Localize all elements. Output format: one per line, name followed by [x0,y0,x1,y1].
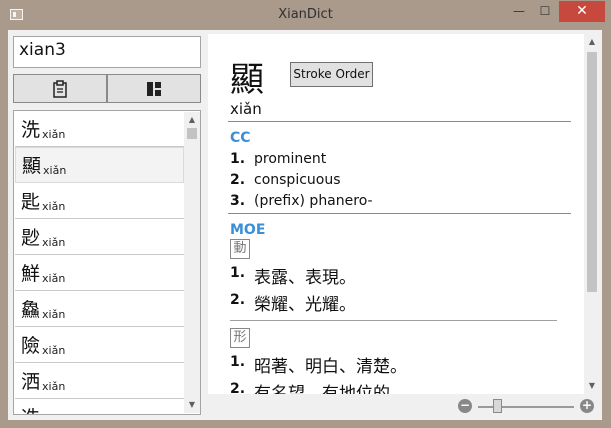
divider [228,213,571,214]
definition-text: (prefix) phanero- [254,193,373,209]
result-pinyin: xiǎn [42,200,66,213]
moe-definition: 1. 表露、表現。 [230,263,356,288]
moe-definition: 1. 昭著、明白、清楚。 [230,352,407,377]
cc-definition: 1. prominent [230,151,326,167]
result-character: 鱻 [21,299,41,321]
client-area: xian3 冼洒xiǎn險xiǎn鱻xiǎn鮮xiǎn尟xiǎn匙xiǎn顯xi… [8,30,602,420]
moe-section-label: MOE [230,222,266,238]
layout-grid-icon [147,81,161,96]
definition-number: 3. [230,193,246,209]
cc-definition: 2. conspicuous [230,172,341,188]
definition-text: prominent [254,151,327,167]
scroll-up-icon[interactable]: ▲ [584,34,598,50]
result-list[interactable]: 冼洒xiǎn險xiǎn鱻xiǎn鮮xiǎn尟xiǎn匙xiǎn顯xiǎn洗xiǎ… [13,110,201,415]
result-character: 洒 [21,371,41,393]
result-character: 尟 [21,227,41,249]
moe-definition: 2. 榮耀、光耀。 [230,290,356,315]
definition-number: 2. [230,172,246,188]
search-input[interactable]: xian3 [13,36,201,68]
definition-number: 1. [230,354,246,370]
result-list-item[interactable]: 洒 xiǎn [15,363,184,399]
result-character: 匙 [21,191,41,213]
pos-tag: 動 [230,239,250,259]
cc-definition: 3. (prefix) phanero- [230,193,373,209]
definition-number: 2. [230,292,246,308]
app-window: XianDict — ☐ ✕ xian3 冼洒xiǎn險xiǎn鱻xiǎn鮮xi… [0,0,611,428]
maximize-button[interactable]: ☐ [532,1,558,22]
layout-mode-button[interactable] [107,74,201,103]
result-character: 鮮 [21,263,41,285]
cc-section-label: CC [230,130,251,146]
scroll-down-icon[interactable]: ▼ [584,378,598,394]
scroll-up-icon[interactable]: ▲ [184,112,200,128]
definition-text: 表露、表現。 [254,268,356,288]
result-pinyin: xiǎn [43,164,67,177]
moe-definition: 2. 有名望、有地位的。 [230,379,407,394]
result-list-item[interactable]: 鱻 xiǎn [15,291,184,327]
entry-character: 顯 [230,60,264,100]
result-list-item[interactable]: 險 xiǎn [15,327,184,363]
result-list-item[interactable]: 鮮 xiǎn [15,255,184,291]
zoom-out-icon[interactable]: − [458,399,472,413]
definition-text: 榮耀、光耀。 [254,295,356,315]
close-button[interactable]: ✕ [559,1,605,22]
scroll-down-icon[interactable]: ▼ [184,397,200,413]
title-bar[interactable]: XianDict — ☐ ✕ [0,0,611,30]
entry-pinyin: xiǎn [230,100,262,118]
result-list-item[interactable]: 顯 xiǎn [15,147,184,183]
result-list-item[interactable]: 尟 xiǎn [15,219,184,255]
result-list-item[interactable]: 匙 xiǎn [15,183,184,219]
definition-text: 昭著、明白、清楚。 [254,357,407,377]
definition-text: 有名望、有地位的。 [254,384,407,394]
result-pinyin: xiǎn [42,344,66,357]
result-pinyin: xiǎn [42,128,66,141]
result-pinyin: xiǎn [42,380,66,393]
result-character: 洗 [21,119,41,141]
definition-number: 1. [230,151,246,167]
entry-scroll-thumb[interactable] [587,52,597,292]
result-pinyin: xiǎn [42,236,66,249]
result-character: 顯 [22,155,42,177]
entry-panel: 顯 Stroke Order xiǎn CC 1. prominent 2. c… [208,34,598,394]
definition-text: conspicuous [254,172,341,188]
divider [228,121,571,122]
stroke-order-button[interactable]: Stroke Order [290,62,373,87]
zoom-control: − + [456,396,596,418]
minimize-button[interactable]: — [506,1,532,22]
clipboard-icon [53,79,67,98]
pos-tag: 形 [230,328,250,348]
zoom-slider-thumb[interactable] [493,399,503,413]
list-scroll-thumb[interactable] [187,128,197,139]
result-list-item[interactable]: 洗 xiǎn [15,111,184,147]
definition-number: 2. [230,381,246,394]
divider [230,320,557,321]
result-character: 險 [21,335,41,357]
result-character: 冼 [21,403,40,414]
result-pinyin: xiǎn [42,272,66,285]
definition-number: 1. [230,265,246,281]
zoom-in-icon[interactable]: + [580,399,594,413]
list-scrollbar[interactable]: ▲ ▼ [184,112,200,413]
clipboard-mode-button[interactable] [13,74,107,103]
entry-scrollbar[interactable]: ▲ ▼ [584,34,598,394]
result-list-item[interactable]: 冼 [15,399,184,414]
result-pinyin: xiǎn [42,308,66,321]
